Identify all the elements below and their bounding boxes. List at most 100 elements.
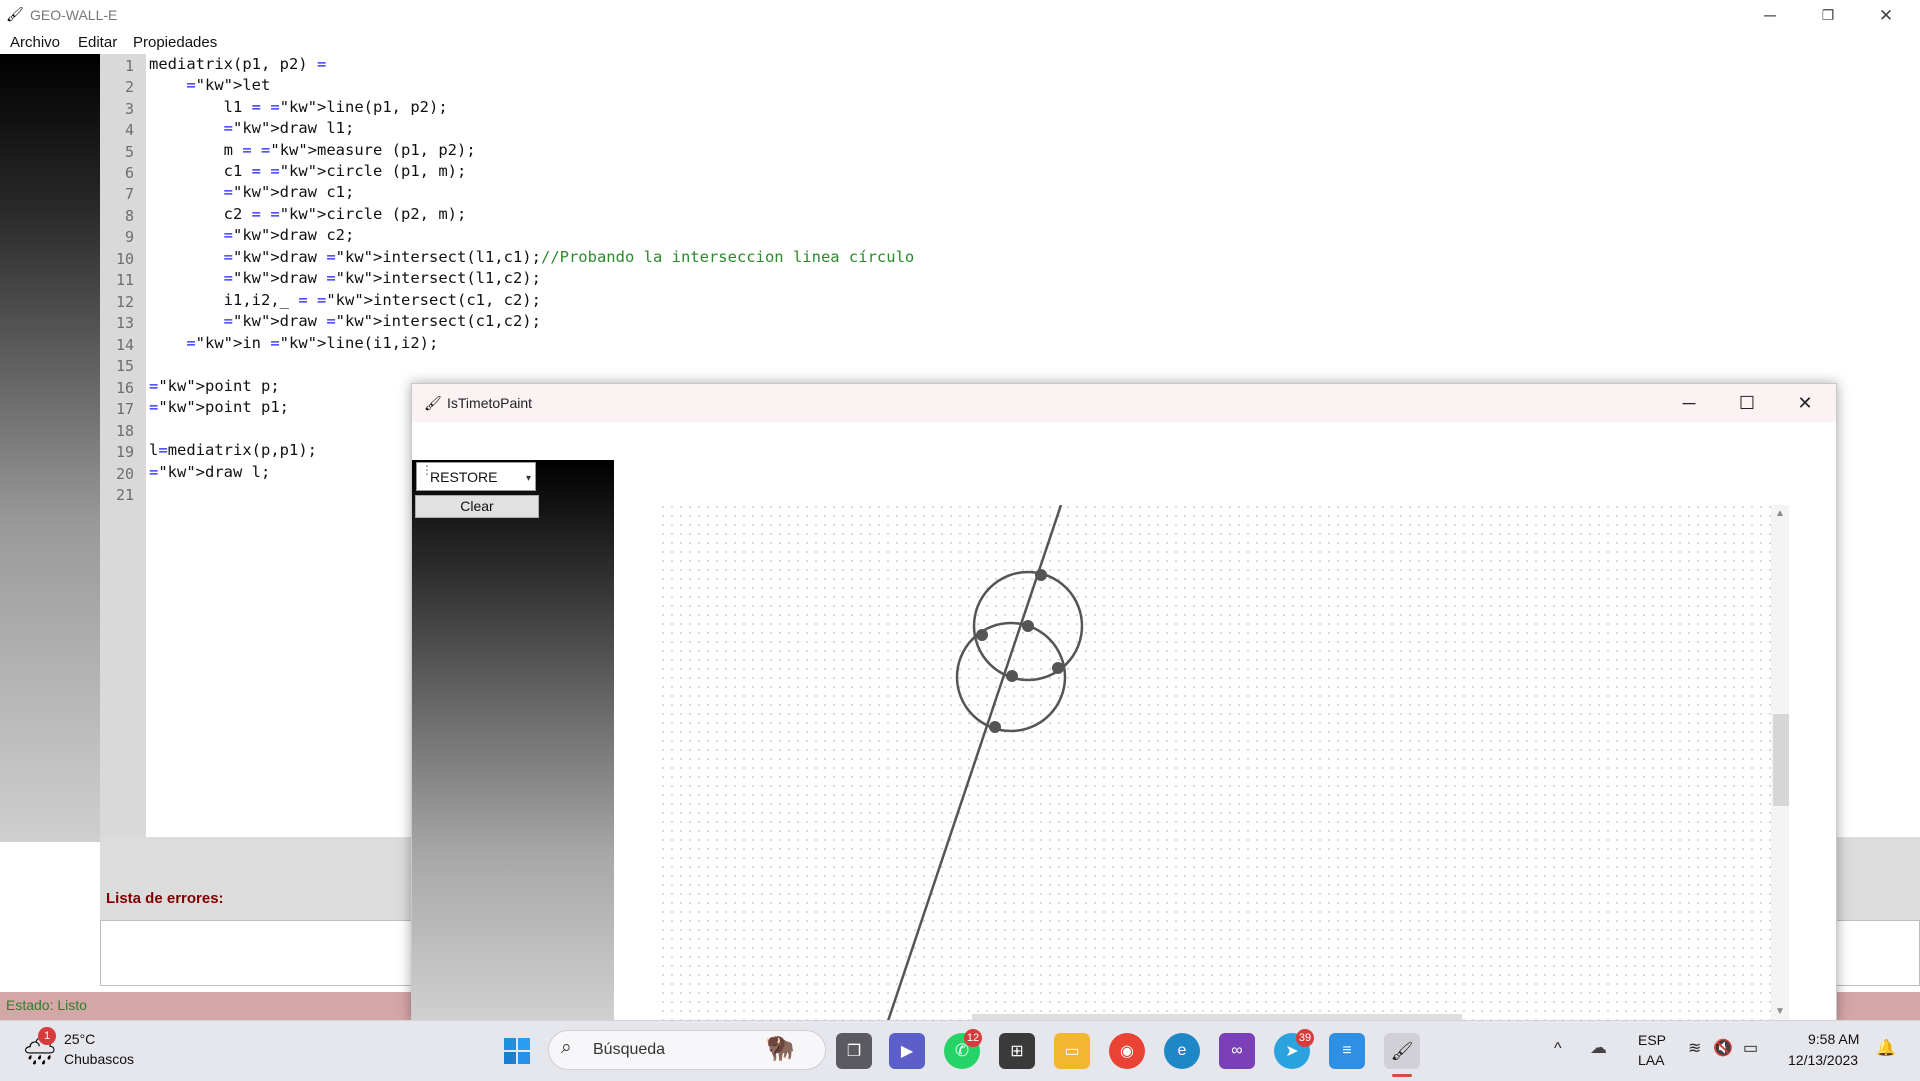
line-number: 20 (115, 465, 134, 483)
search-icon: ⌕ (561, 1037, 572, 1058)
canvas-vertical-scroll-thumb[interactable] (1773, 714, 1789, 806)
search-highlight-icon[interactable]: 🦬 (765, 1034, 795, 1063)
battery-icon[interactable]: ▭ (1743, 1038, 1758, 1058)
menu-editar[interactable]: Editar (78, 34, 117, 51)
mode-select[interactable]: ⋮ RESTORE ▾ (416, 462, 536, 491)
notification-bell-icon[interactable]: 🔔 (1876, 1038, 1896, 1058)
wifi-icon[interactable]: ≋ (1688, 1038, 1701, 1058)
search-placeholder: Búsqueda (593, 1041, 666, 1058)
start-icon[interactable] (499, 1033, 535, 1069)
clock-date[interactable]: 12/13/2023 (1788, 1052, 1858, 1068)
line-number: 8 (124, 207, 134, 225)
code-line[interactable]: ="kw">draw c1; (149, 183, 355, 201)
paint-maximize-button[interactable]: ☐ (1718, 384, 1776, 422)
line-number: 11 (115, 271, 134, 289)
line-number: 17 (115, 400, 134, 418)
intersection-point (989, 721, 1001, 733)
code-line[interactable]: i1,i2,_ = ="kw">intersect(c1, c2); (149, 291, 541, 309)
close-button[interactable]: ✕ (1857, 0, 1915, 31)
code-line[interactable]: c2 = ="kw">circle (p2, m); (149, 205, 467, 223)
telegram-badge: 39 (1296, 1029, 1314, 1047)
intersection-point (976, 629, 988, 641)
edge-icon[interactable]: e (1164, 1033, 1200, 1069)
chrome-icon[interactable]: ◉ (1109, 1033, 1145, 1069)
line-number: 19 (115, 443, 134, 461)
line-number: 9 (124, 228, 134, 246)
code-line[interactable]: m = ="kw">measure (p1, p2); (149, 141, 476, 159)
code-line[interactable]: mediatrix(p1, p2) = (149, 55, 326, 73)
language-top[interactable]: ESP (1638, 1032, 1666, 1048)
code-line[interactable]: ="kw">point p1; (149, 398, 289, 416)
menu-bar: Archivo Editar Propiedades (0, 31, 1920, 56)
weather-temp[interactable]: 25°C (64, 1031, 95, 1047)
active-app-indicator (1392, 1074, 1412, 1077)
notepad-icon[interactable]: ≡ (1329, 1033, 1365, 1069)
code-line[interactable]: ="kw">draw l; (149, 463, 270, 481)
task-view-icon[interactable]: ❐ (836, 1033, 872, 1069)
error-list-title: Lista de errores: (106, 890, 224, 907)
volume-muted-icon[interactable]: 🔇 (1713, 1038, 1733, 1058)
dot-grid (661, 505, 1771, 1021)
line-number: 1 (124, 57, 134, 75)
clock-time[interactable]: 9:58 AM (1808, 1031, 1859, 1047)
windows-logo-icon (504, 1038, 530, 1064)
paint-side-panel (412, 460, 614, 1021)
paint-minimize-button[interactable]: ─ (1660, 384, 1718, 422)
code-line[interactable]: ="kw">draw ="kw">intersect(c1,c2); (149, 312, 541, 330)
code-line[interactable]: c1 = ="kw">circle (p1, m); (149, 162, 467, 180)
meet-icon[interactable]: ▶ (889, 1033, 925, 1069)
file-explorer-icon[interactable]: ▭ (1054, 1033, 1090, 1069)
line-number: 4 (124, 121, 134, 139)
restore-window-button[interactable]: ❐ (1799, 0, 1857, 31)
line-number: 7 (124, 185, 134, 203)
left-panel (0, 54, 100, 842)
drawing-canvas[interactable] (661, 505, 1801, 1021)
visual-studio-icon[interactable]: ∞ (1219, 1033, 1255, 1069)
paint-window: 🖌 IsTimetoPaint ─ ☐ ✕ ⋮ RESTORE ▾ Clear … (411, 383, 1837, 1022)
chevron-down-icon: ▾ (525, 473, 531, 484)
paint-close-button[interactable]: ✕ (1776, 384, 1834, 422)
store-icon[interactable]: ⊞ (999, 1033, 1035, 1069)
line-number: 18 (115, 422, 134, 440)
code-line[interactable]: ="kw">draw ="kw">intersect(l1,c2); (149, 269, 541, 287)
code-line[interactable]: ="kw">draw ="kw">intersect(l1,c1);//Prob… (149, 248, 915, 266)
code-line[interactable]: ="kw">in ="kw">line(i1,i2); (149, 334, 438, 352)
code-line[interactable]: ="kw">let (149, 76, 270, 94)
scroll-up-icon[interactable]: ▲ (1775, 508, 1785, 519)
code-line[interactable]: ="kw">draw c2; (149, 226, 355, 244)
app-icon: 🖌 (6, 6, 24, 22)
line-number: 5 (124, 143, 134, 161)
paint-app-icon: 🖌 (424, 395, 442, 411)
menu-archivo[interactable]: Archivo (10, 34, 60, 51)
tray-overflow-icon[interactable]: ^ (1554, 1040, 1562, 1058)
line-number: 21 (115, 486, 134, 504)
line-number: 10 (115, 250, 134, 268)
code-line[interactable]: l=mediatrix(p,p1); (149, 441, 317, 459)
code-line[interactable]: ="kw">draw l1; (149, 119, 355, 137)
line-number: 13 (115, 314, 134, 332)
minimize-button[interactable]: ─ (1741, 0, 1799, 31)
geo-wall-e-taskbar-icon[interactable]: 🖌 (1384, 1033, 1420, 1069)
line-number: 6 (124, 164, 134, 182)
language-bottom[interactable]: LAA (1638, 1052, 1664, 1068)
line-number: 12 (115, 293, 134, 311)
paint-window-title-bar (412, 384, 1836, 422)
intersection-point (1022, 620, 1034, 632)
mode-select-value: RESTORE (430, 469, 498, 485)
intersection-point (1035, 569, 1047, 581)
intersection-point (1052, 662, 1064, 674)
weather-desc[interactable]: Chubascos (64, 1051, 134, 1067)
code-line[interactable]: l1 = ="kw">line(p1, p2); (149, 98, 448, 116)
onedrive-icon[interactable]: ☁ (1590, 1038, 1607, 1058)
line-number: 15 (115, 357, 134, 375)
weather-badge: 1 (38, 1027, 56, 1045)
status-text: Estado: Listo (6, 997, 87, 1013)
clear-button[interactable]: Clear (415, 495, 539, 518)
code-line[interactable]: ="kw">point p; (149, 377, 280, 395)
menu-propiedades[interactable]: Propiedades (133, 34, 217, 51)
intersection-point (1006, 670, 1018, 682)
window-title: GEO-WALL-E (30, 7, 118, 23)
line-number: 16 (115, 379, 134, 397)
scroll-down-icon[interactable]: ▼ (1775, 1006, 1785, 1017)
whatsapp-badge: 12 (964, 1029, 982, 1047)
